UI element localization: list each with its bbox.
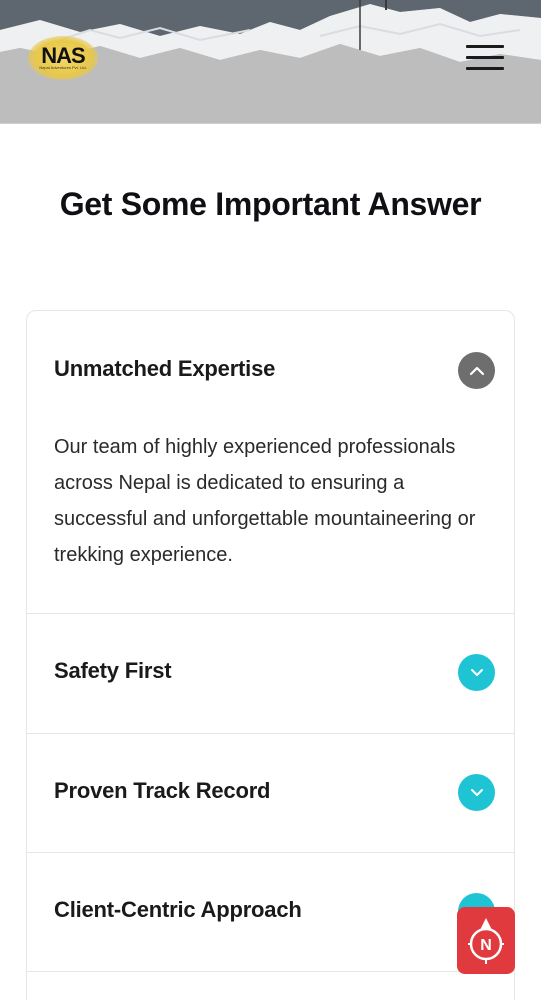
faq-item-unmatched-expertise: Unmatched Expertise Our team of highly e… (27, 311, 514, 614)
faq-accordion: Unmatched Expertise Our team of highly e… (26, 310, 515, 1000)
site-header: NAS Nepal Adventures Pvt. Ltd. (0, 0, 541, 124)
faq-question[interactable]: Proven Track Record (54, 778, 270, 804)
chevron-up-icon[interactable] (458, 352, 495, 389)
chevron-down-icon[interactable] (458, 774, 495, 811)
chevron-down-icon[interactable] (458, 654, 495, 691)
hamburger-menu-icon[interactable] (466, 44, 504, 72)
faq-item-safety-first: Safety First (27, 614, 514, 734)
compass-icon[interactable]: N (457, 907, 515, 974)
faq-question[interactable]: Unmatched Expertise (54, 356, 275, 382)
faq-answer: Our team of highly experienced professio… (54, 436, 476, 566)
faq-item-proven-track-record: Proven Track Record (27, 734, 514, 853)
logo-subtext: Nepal Adventures Pvt. Ltd. (39, 65, 87, 70)
brand-logo[interactable]: NAS Nepal Adventures Pvt. Ltd. (28, 36, 98, 80)
faq-question[interactable]: Client-Centric Approach (54, 897, 302, 923)
svg-text:N: N (480, 937, 492, 954)
faq-question[interactable]: Safety First (54, 658, 172, 684)
logo-text: NAS (41, 43, 85, 68)
page-title: Get Some Important Answer (59, 186, 482, 222)
faq-item-client-centric-approach: Client-Centric Approach (27, 853, 514, 972)
